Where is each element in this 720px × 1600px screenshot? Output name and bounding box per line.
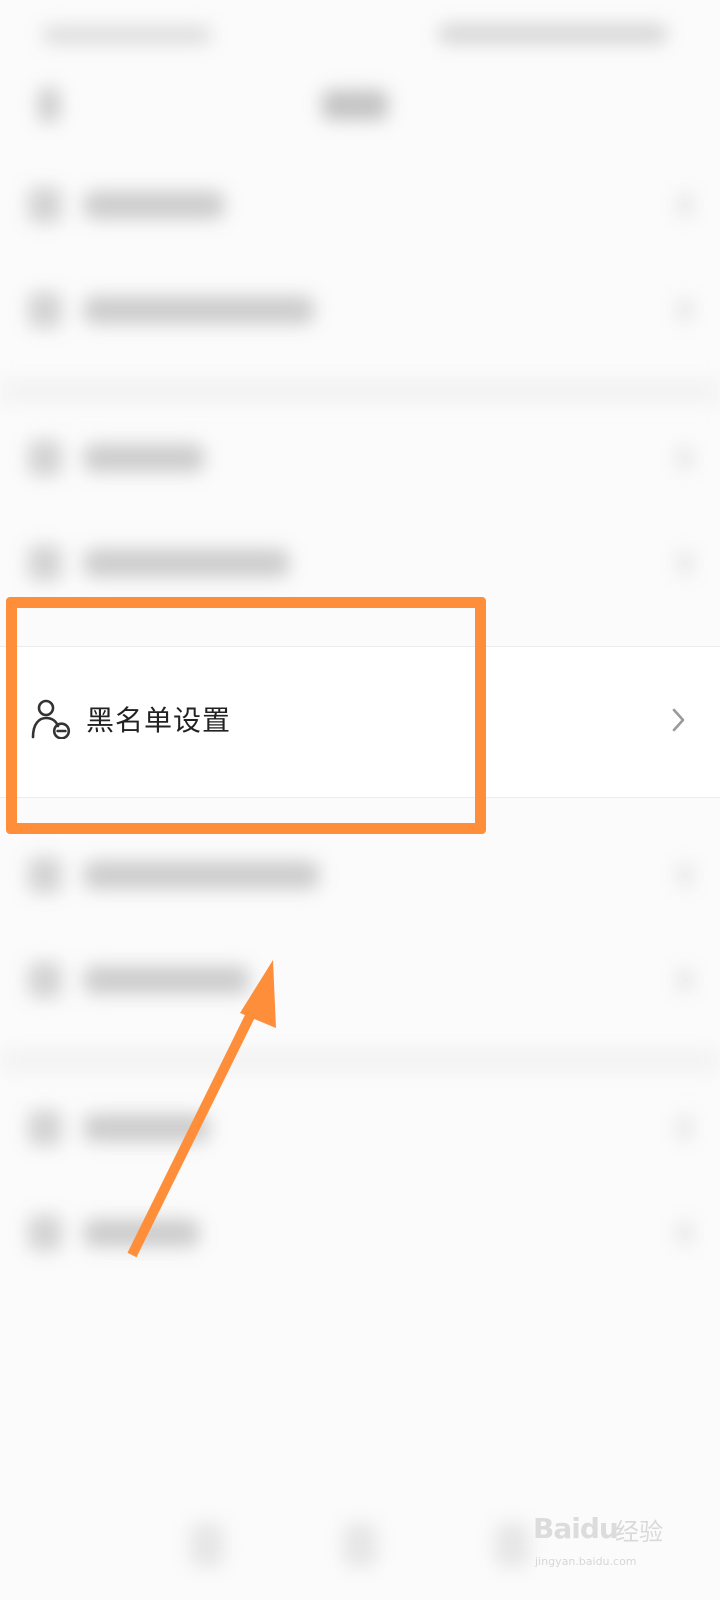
watermark-brand: Baidu bbox=[533, 1512, 619, 1545]
orange-pointer-arrow bbox=[127, 960, 276, 1258]
watermark-word: 经验 bbox=[615, 1518, 663, 1546]
watermark-domain: jingyan.baidu.com bbox=[535, 1555, 637, 1568]
baidu-jingyan-watermark: Baidu 经验 jingyan.baidu.com bbox=[533, 1510, 678, 1582]
